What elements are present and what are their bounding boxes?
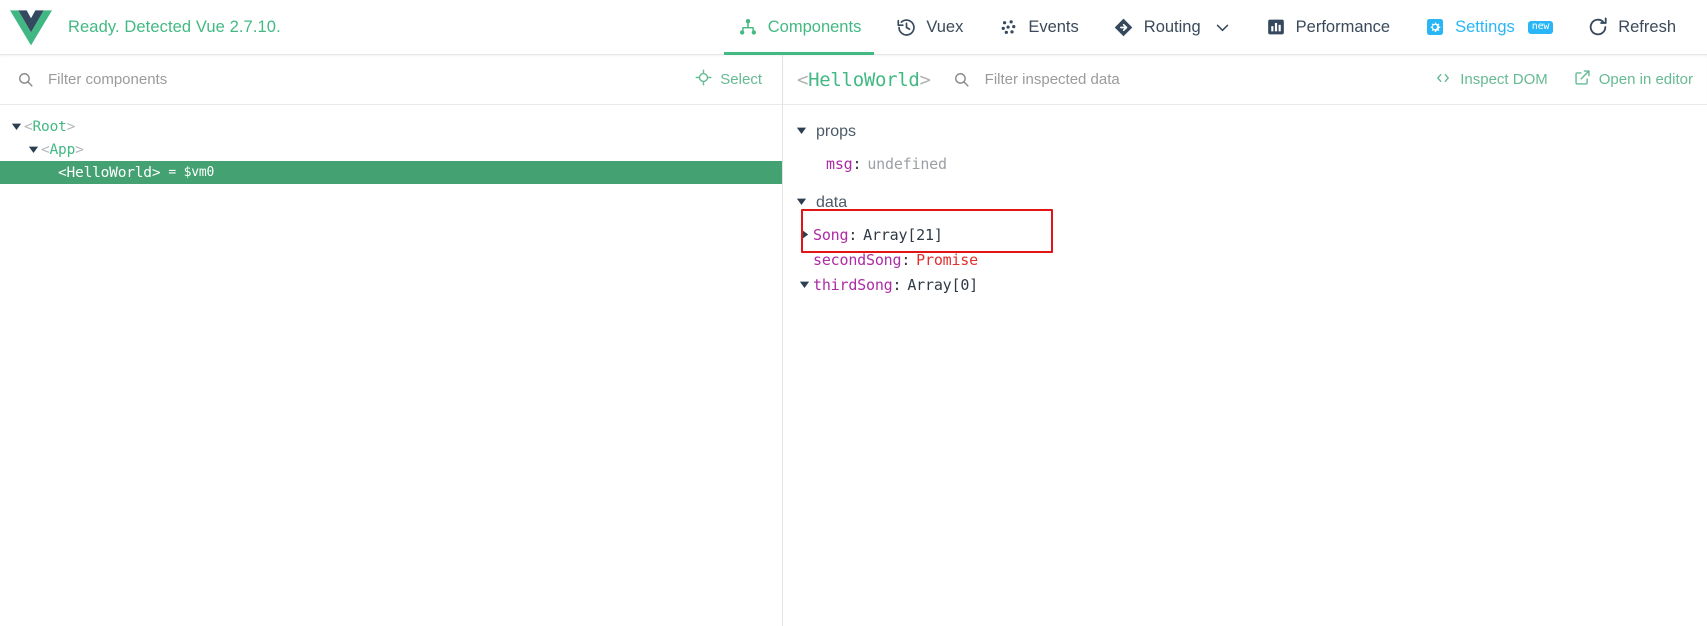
tab-label: Events	[1028, 17, 1079, 36]
data-value: Promise	[916, 250, 978, 269]
tree-row[interactable]: < Root >	[0, 115, 782, 138]
tab-settings[interactable]: Settings new	[1407, 0, 1570, 55]
filter-inspected-data-input[interactable]	[984, 64, 1435, 95]
inspected-data-content: props msg: undefined data Song: Array[2…	[783, 105, 1707, 626]
data-row-secondsong[interactable]: secondSong: Promise	[783, 247, 1707, 272]
history-clock-icon	[895, 16, 917, 38]
tab-label: Routing	[1143, 17, 1201, 36]
data-value: Array[0]	[907, 275, 978, 294]
gear-icon	[1424, 16, 1446, 38]
search-icon	[14, 69, 36, 91]
tree-row[interactable]: < App >	[0, 138, 782, 161]
group-header-data[interactable]: data	[783, 190, 1707, 216]
inspected-actions: Inspect DOM Open in editor	[1434, 69, 1693, 90]
tab-label: Components	[767, 17, 862, 36]
routing-arrow-icon	[1113, 16, 1135, 38]
tab-label: Refresh	[1618, 17, 1676, 36]
search-icon	[951, 69, 973, 91]
tab-routing[interactable]: Routing	[1096, 0, 1248, 55]
tab-label: Settings	[1455, 17, 1515, 36]
data-key: secondSong	[813, 250, 902, 269]
inspect-dom-button[interactable]: Inspect DOM	[1434, 70, 1548, 90]
main-body: Select <Root> <App>	[0, 55, 1707, 626]
data-key: thirdSong	[813, 275, 893, 294]
data-value: Array[21]	[863, 225, 943, 244]
inspected-data-pane: <HelloWorld> Filter inspected data Inspe…	[783, 55, 1707, 626]
tab-refresh[interactable]: Refresh	[1570, 0, 1693, 55]
tab-label: Performance	[1295, 17, 1391, 36]
open-in-editor-label: Open in editor	[1598, 71, 1693, 88]
vue-devtools-window: Ready. Detected Vue 2.7.10. Components V…	[0, 0, 1707, 626]
caret-expanded-icon[interactable]	[796, 279, 813, 290]
tree-row-selected[interactable]: < HelloWorld > = $vm0	[0, 161, 782, 184]
angle-bracket-open: <	[797, 68, 809, 91]
tab-vuex[interactable]: Vuex	[878, 0, 980, 55]
angle-bracket-open: <	[41, 141, 50, 158]
components-pane: Select <Root> <App>	[0, 55, 783, 626]
data-row-thirdsong[interactable]: thirdSong: Array[0]	[783, 272, 1707, 297]
inspected-component-label: HelloWorld	[808, 68, 920, 91]
caret-expanded-icon[interactable]	[796, 123, 807, 141]
tab-bar: Components Vuex Events Routing Performan…	[720, 0, 1693, 55]
tab-events[interactable]: Events	[980, 0, 1095, 55]
status-text: Ready. Detected Vue 2.7.10.	[68, 17, 281, 36]
caret-expanded-icon[interactable]	[25, 144, 41, 155]
angle-bracket-open: <	[58, 164, 67, 181]
tab-performance[interactable]: Performance	[1248, 0, 1407, 55]
brand-area: Ready. Detected Vue 2.7.10.	[10, 8, 281, 46]
bar-chart-icon	[1265, 16, 1287, 38]
status-badge: new	[1527, 20, 1554, 34]
select-button[interactable]: Select	[689, 65, 768, 94]
angle-bracket-close: >	[66, 118, 76, 135]
components-tree-icon	[737, 16, 759, 38]
vue-logo	[10, 8, 52, 46]
caret-expanded-icon[interactable]	[796, 194, 807, 212]
chevron-down-icon[interactable]	[1214, 19, 1231, 36]
select-button-label: Select	[720, 71, 762, 88]
angle-bracket-close: >	[151, 164, 161, 181]
refresh-icon	[1587, 16, 1609, 38]
tree-row-label: HelloWorld	[66, 164, 153, 181]
inspected-component-name: <HelloWorld>	[797, 69, 937, 91]
data-key: msg	[826, 154, 853, 173]
angle-bracket-close: >	[75, 141, 84, 158]
group-title-label: props	[816, 123, 857, 140]
inspected-filter-bar: <HelloWorld> Filter inspected data Inspe…	[783, 55, 1707, 105]
tree-row-label: Root	[32, 118, 67, 135]
data-value: undefined	[867, 154, 947, 173]
caret-expanded-icon[interactable]	[8, 121, 24, 132]
group-title-label: data	[816, 194, 848, 211]
inspect-dom-label: Inspect DOM	[1460, 71, 1548, 88]
angle-bracket-open: <	[24, 118, 33, 135]
open-in-editor-button[interactable]: Open in editor	[1574, 69, 1693, 90]
data-key: Song	[813, 225, 849, 244]
events-dots-icon	[997, 16, 1019, 38]
code-brackets-icon	[1434, 70, 1452, 90]
filter-components-input[interactable]	[48, 64, 690, 95]
components-filter-bar: Select	[0, 55, 782, 105]
vm-reference-label: = $vm0	[168, 165, 215, 180]
caret-collapsed-icon[interactable]	[796, 229, 813, 240]
component-tree: < Root > < App > < HelloWorld > = $vm0	[0, 105, 782, 626]
data-row-msg[interactable]: msg: undefined	[783, 151, 1707, 176]
target-crosshair-icon	[695, 69, 712, 90]
tree-row-label: App	[49, 141, 76, 158]
angle-bracket-close: >	[919, 68, 931, 91]
tab-label: Vuex	[926, 17, 964, 36]
group-header-props[interactable]: props	[783, 119, 1707, 145]
tab-components[interactable]: Components	[720, 0, 879, 55]
top-header: Ready. Detected Vue 2.7.10. Components V…	[0, 0, 1707, 55]
external-link-icon	[1574, 69, 1591, 90]
data-row-song[interactable]: Song: Array[21]	[783, 222, 1707, 247]
